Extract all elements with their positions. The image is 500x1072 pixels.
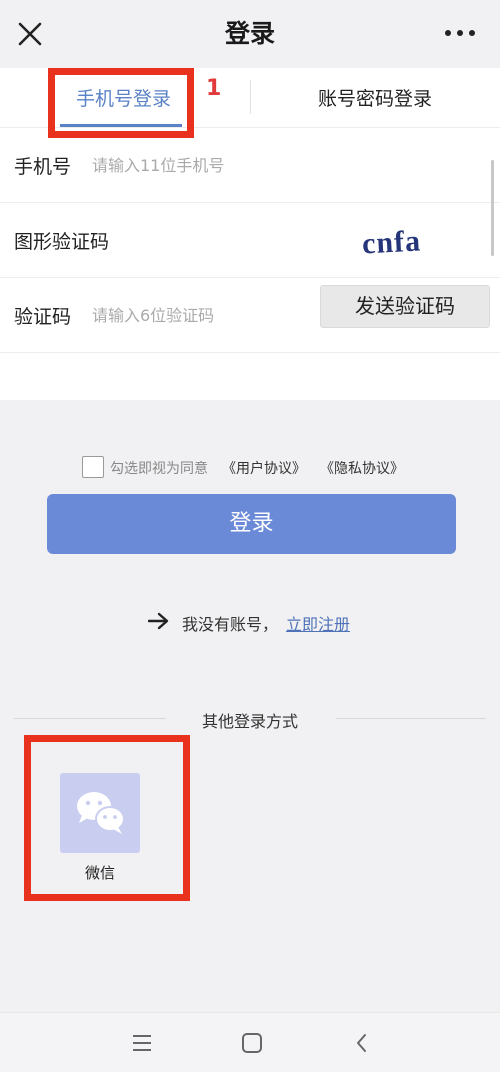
page-title: 登录 [224, 19, 275, 48]
captcha-text: cnfa [361, 224, 422, 260]
scrollbar[interactable] [491, 160, 494, 256]
tab-account-login[interactable]: 账号密码登录 [318, 84, 432, 114]
annotation-box-wechat [24, 735, 190, 901]
register-link[interactable]: 立即注册 [286, 611, 350, 635]
phone-label: 手机号 [14, 156, 72, 178]
back-icon[interactable] [350, 1031, 374, 1055]
code-label: 验证码 [14, 306, 72, 328]
agreement-text: 勾选即视为同意 [110, 461, 208, 477]
arrow-right-icon [148, 612, 169, 630]
tab-divider [250, 80, 251, 114]
annotation-box-phone-tab [48, 68, 194, 138]
top-bar: 登录 [0, 0, 500, 68]
phone-row: 手机号 [0, 128, 500, 203]
code-row: 验证码 发送验证码 [0, 278, 500, 353]
other-login-title: 其他登录方式 [201, 712, 298, 731]
phone-input[interactable] [92, 150, 302, 180]
send-code-button[interactable]: 发送验证码 [320, 285, 490, 328]
user-agreement-link[interactable]: 《用户协议》 [222, 458, 306, 478]
system-nav-bar [0, 1012, 500, 1072]
login-button[interactable]: 登录 [47, 494, 456, 554]
menu-icon[interactable] [130, 1031, 154, 1055]
captcha-label: 图形验证码 [14, 231, 110, 253]
privacy-policy-link[interactable]: 《隐私协议》 [320, 458, 404, 478]
annotation-number: 1 [206, 76, 222, 101]
home-square-icon[interactable] [240, 1031, 264, 1055]
captcha-image[interactable]: cnfa [360, 221, 460, 261]
register-text: 我没有账号， [182, 615, 279, 634]
divider-right [336, 718, 486, 719]
captcha-row: 图形验证码 cnfa [0, 203, 500, 278]
agreement-checkbox[interactable] [82, 456, 104, 478]
code-input[interactable] [92, 300, 302, 330]
more-dots-icon[interactable] [440, 20, 480, 46]
